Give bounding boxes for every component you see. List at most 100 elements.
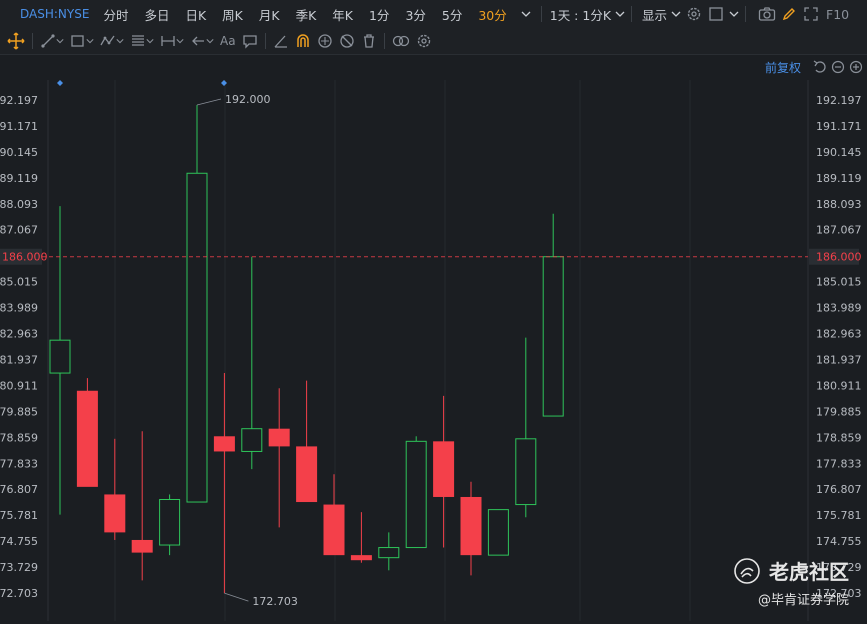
y-tick-label-left: 181.937 (0, 353, 38, 366)
text-tool[interactable]: Aa (217, 28, 239, 54)
hide-drawing-icon[interactable] (336, 28, 358, 54)
divider (32, 33, 33, 49)
candle-body-red (296, 446, 318, 503)
trash-icon[interactable] (358, 28, 380, 54)
display-menu[interactable]: 显示 (636, 5, 669, 24)
pencil-icon[interactable] (778, 3, 800, 25)
y-tick-label-right: 174.755 (816, 535, 862, 548)
y-tick-label-right: 185.015 (816, 276, 862, 289)
watermark-logo: 老虎社区 (733, 556, 849, 585)
y-tick-label-left: 177.833 (0, 457, 38, 470)
tiger-logo-icon (734, 557, 760, 584)
square-checkbox-icon[interactable] (705, 3, 727, 25)
candle-body-red (350, 555, 372, 561)
candle-body-red (433, 441, 455, 497)
y-tick-label-right: 175.781 (816, 509, 862, 522)
y-tick-label-right: 179.885 (816, 405, 862, 418)
y-tick-label-right: 176.807 (816, 483, 862, 496)
y-tick-label-left: 172.703 (0, 587, 38, 600)
compare-icon[interactable] (389, 28, 413, 54)
zoom-out-icon[interactable] (829, 56, 847, 78)
period-30min[interactable]: 30分 (470, 5, 514, 24)
low-price-label: 172.703 (252, 595, 298, 608)
f10-button[interactable]: F10 (822, 7, 853, 22)
current-price-label-right: 186.000 (816, 251, 862, 264)
measure-icon[interactable] (157, 28, 187, 54)
period-year[interactable]: 年K (324, 5, 361, 24)
lock-drawing-icon[interactable] (314, 28, 336, 54)
period-fenshi[interactable]: 分时 (95, 5, 136, 24)
chart-background (0, 55, 867, 621)
settings-icon[interactable] (413, 28, 435, 54)
candle-body-green (487, 509, 509, 556)
y-tick-label-left: 180.911 (0, 379, 38, 392)
chevron-down-icon[interactable] (613, 3, 627, 25)
divider (383, 33, 385, 49)
candle-body-green (515, 438, 537, 506)
current-price-label-left: 186.000 (2, 251, 48, 264)
y-tick-label-right: 182.963 (816, 328, 862, 341)
ruler-angle-icon[interactable] (270, 28, 292, 54)
y-tick-label-left: 176.807 (0, 483, 38, 496)
y-tick-label-right: 189.119 (816, 172, 862, 185)
y-tick-label-right: 181.937 (816, 353, 862, 366)
symbol-label[interactable]: DASH:NYSE (20, 7, 89, 21)
divider (631, 6, 633, 22)
crosshair-move-icon[interactable] (4, 28, 28, 54)
y-tick-label-left: 174.755 (0, 535, 38, 548)
comment-icon[interactable] (239, 28, 261, 54)
camera-icon[interactable] (756, 3, 778, 25)
y-tick-label-left: 187.067 (0, 224, 38, 237)
candle-body-green (405, 440, 427, 549)
divider (745, 6, 747, 22)
fullscreen-icon[interactable] (800, 3, 822, 25)
multi-chart-selector[interactable]: 1天 : 1分K (546, 5, 613, 24)
candle-body-green (241, 428, 263, 452)
candle-body-red (268, 428, 290, 447)
candle-body-green (49, 339, 71, 374)
period-3min[interactable]: 3分 (397, 5, 433, 24)
period-day[interactable]: 日K (177, 5, 214, 24)
y-tick-label-right: 177.833 (816, 457, 862, 470)
period-week[interactable]: 周K (214, 5, 251, 24)
y-tick-label-right: 187.067 (816, 224, 862, 237)
candle-body-green (542, 256, 564, 417)
candle-body-red (104, 494, 126, 533)
gear-icon[interactable] (683, 3, 705, 25)
period-multiday[interactable]: 多日 (136, 5, 177, 24)
divider (540, 6, 542, 22)
period-1min[interactable]: 1分 (361, 5, 397, 24)
undo-icon[interactable] (811, 56, 829, 78)
zoom-in-icon[interactable] (847, 56, 865, 78)
pattern-tool-icon[interactable] (97, 28, 127, 54)
y-tick-label-right: 190.145 (816, 146, 862, 159)
period-month[interactable]: 月K (251, 5, 288, 24)
y-tick-label-right: 191.171 (816, 120, 862, 133)
candle-body-red (213, 436, 235, 452)
chevron-down-icon[interactable] (515, 3, 537, 25)
arrow-left-icon[interactable] (187, 28, 217, 54)
chevron-down-icon[interactable] (727, 3, 741, 25)
y-tick-label-left: 183.989 (0, 302, 38, 315)
drawing-toolbar: Aa (0, 28, 867, 55)
y-tick-label-right: 183.989 (816, 302, 862, 315)
chart-area[interactable]: 192.197 192.197 191.171 191.171 190.145 190.1… (0, 55, 867, 621)
y-tick-label-right: 192.197 (816, 94, 862, 107)
trend-line-icon[interactable] (37, 28, 67, 54)
magnet-icon[interactable] (292, 28, 314, 54)
shape-tool-icon[interactable] (67, 28, 97, 54)
watermark-brand: 老虎社区 (769, 560, 849, 584)
period-quarter[interactable]: 季K (288, 5, 325, 24)
candle-body-red (323, 504, 345, 556)
divider (264, 33, 266, 49)
fibonacci-icon[interactable] (127, 28, 157, 54)
y-tick-label-left: 175.781 (0, 509, 38, 522)
high-price-label: 192.000 (225, 93, 271, 106)
y-tick-label-left: 191.171 (0, 120, 38, 133)
period-5min[interactable]: 5分 (434, 5, 470, 24)
adjust-mode-button[interactable]: 前复权 (765, 59, 801, 76)
chevron-down-icon[interactable] (669, 3, 683, 25)
y-tick-label-left: 173.729 (0, 561, 38, 574)
candlestick-chart[interactable]: 192.197 192.197 191.171 191.171 190.145 190.1… (0, 55, 867, 621)
y-tick-label-left: 178.859 (0, 431, 38, 444)
